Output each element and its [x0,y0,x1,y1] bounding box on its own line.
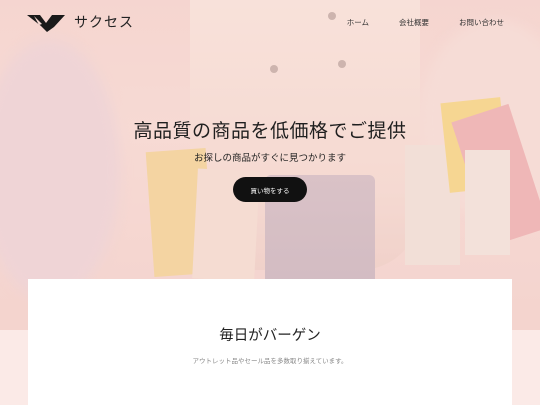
main-nav: ホーム 会社概要 お問い合わせ [347,17,504,28]
site-header: サクセス ホーム 会社概要 お問い合わせ [0,0,540,44]
brand-name: サクセス [74,15,134,31]
nav-item-about[interactable]: 会社概要 [399,17,429,28]
bird-logo-icon [27,15,65,32]
hero-subtitle: お探しの商品がすぐに見つかります [193,153,346,164]
content-card: 毎日がバーゲン アウトレット品やセール品を多数取り揃えています。 [28,279,512,405]
hero-title: 高品質の商品を低価格でご提供 [133,120,407,142]
nav-item-contact[interactable]: お問い合わせ [459,17,504,28]
section-title: 毎日がバーゲン [219,328,321,344]
shop-button[interactable]: 買い物をする [233,177,307,202]
brand-logo[interactable]: サクセス [26,11,134,33]
section-description: アウトレット品やセール品を多数取り揃えています。 [192,357,348,365]
nav-item-home[interactable]: ホーム [347,17,369,28]
